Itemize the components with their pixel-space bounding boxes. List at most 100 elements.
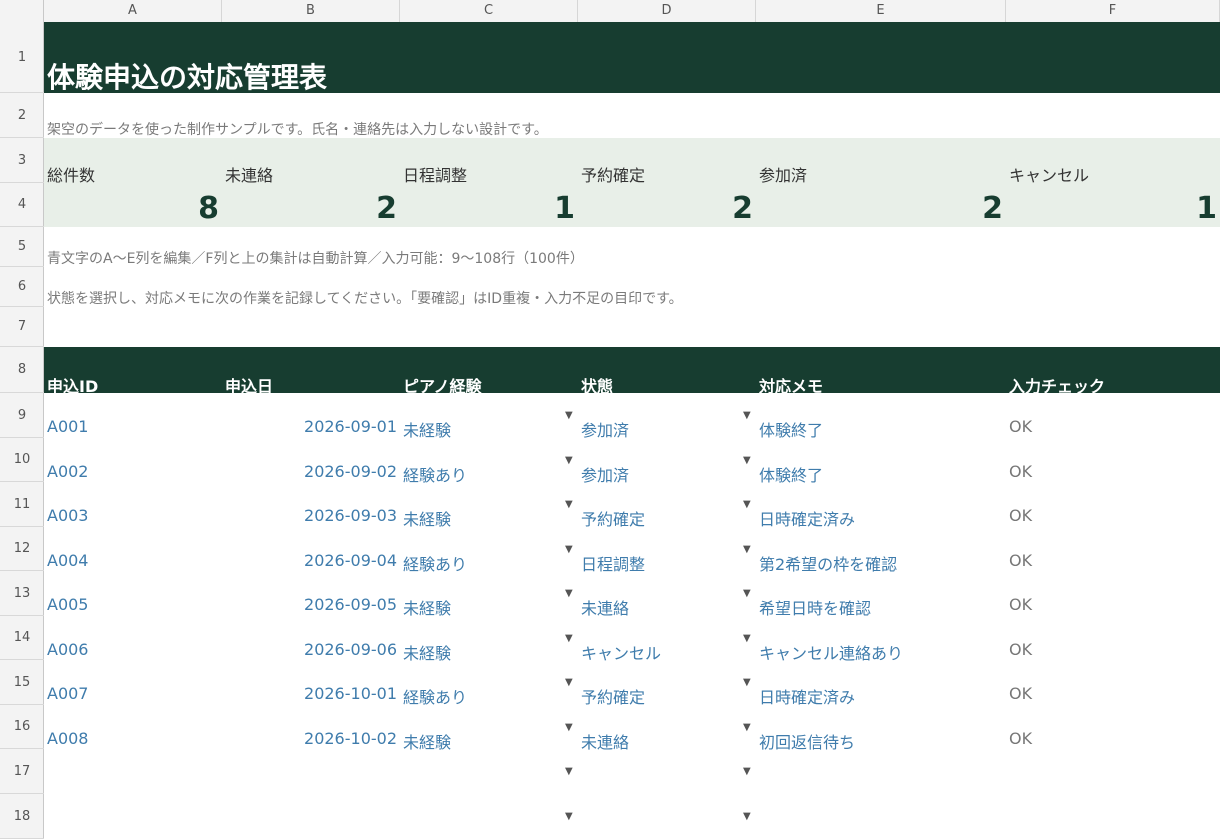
cell-piano-experience[interactable]: 経験あり xyxy=(403,462,467,486)
cell-status[interactable]: キャンセル xyxy=(581,640,661,664)
header-application-date[interactable]: 申込日 xyxy=(225,373,273,397)
row-header-9[interactable]: 9 xyxy=(0,393,44,438)
cell-piano-experience[interactable]: 経験あり xyxy=(403,551,467,575)
cell-memo[interactable]: 希望日時を確認 xyxy=(759,595,871,619)
row-header-1[interactable]: 1 xyxy=(0,22,44,93)
column-header-c[interactable]: C xyxy=(400,0,578,22)
column-header-b[interactable]: B xyxy=(222,0,400,22)
cell-memo[interactable]: キャンセル連絡あり xyxy=(759,640,903,664)
kpi-label-cancelled[interactable]: キャンセル xyxy=(1009,162,1089,186)
header-application-id[interactable]: 申込ID xyxy=(47,373,98,397)
cell-memo[interactable]: 日時確定済み xyxy=(759,506,855,530)
row-header-15[interactable]: 15 xyxy=(0,660,44,705)
cell-application-id[interactable]: A007 xyxy=(47,684,88,703)
cell-status[interactable]: 未連絡 xyxy=(581,595,629,619)
cell-status[interactable]: 未連絡 xyxy=(581,729,629,753)
cell-piano-experience[interactable]: 未経験 xyxy=(403,640,451,664)
column-header-e[interactable]: E xyxy=(756,0,1006,22)
kpi-value-attended[interactable]: 2 xyxy=(756,191,1003,226)
dropdown-arrow-icon[interactable]: ▼ xyxy=(743,499,751,510)
row-header-3[interactable]: 3 xyxy=(0,138,44,183)
kpi-value-cancelled[interactable]: 1 xyxy=(1006,191,1217,226)
cell-status[interactable]: 参加済 xyxy=(581,417,629,441)
cell-application-date[interactable]: 2026-09-01 xyxy=(222,417,397,436)
row-header-7[interactable]: 7 xyxy=(0,307,44,347)
dropdown-arrow-icon[interactable]: ▼ xyxy=(743,766,751,777)
cell-memo[interactable]: 第2希望の枠を確認 xyxy=(759,551,897,575)
row-header-17[interactable]: 17 xyxy=(0,749,44,794)
dropdown-arrow-icon[interactable]: ▼ xyxy=(565,588,573,599)
cell-application-date[interactable]: 2026-10-02 xyxy=(222,729,397,748)
row-header-14[interactable]: 14 xyxy=(0,616,44,660)
dropdown-arrow-icon[interactable]: ▼ xyxy=(743,455,751,466)
cell-piano-experience[interactable]: 未経験 xyxy=(403,595,451,619)
cell-application-date[interactable]: 2026-09-06 xyxy=(222,640,397,659)
dropdown-arrow-icon[interactable]: ▼ xyxy=(565,410,573,421)
dropdown-arrow-icon[interactable]: ▼ xyxy=(743,677,751,688)
row-header-5[interactable]: 5 xyxy=(0,227,44,267)
row-header-4[interactable]: 4 xyxy=(0,183,44,227)
row-header-12[interactable]: 12 xyxy=(0,527,44,571)
cell-status[interactable]: 日程調整 xyxy=(581,551,645,575)
instruction-note-2[interactable]: 状態を選択し、対応メモに次の作業を記録してください。「要確認」はID重複・入力不… xyxy=(47,288,683,308)
cell-application-date[interactable]: 2026-09-05 xyxy=(222,595,397,614)
row-header-6[interactable]: 6 xyxy=(0,267,44,307)
cell-memo[interactable]: 体験終了 xyxy=(759,462,823,486)
dropdown-arrow-icon[interactable]: ▼ xyxy=(565,633,573,644)
cell-application-date[interactable]: 2026-09-04 xyxy=(222,551,397,570)
cell-piano-experience[interactable]: 未経験 xyxy=(403,729,451,753)
column-header-d[interactable]: D xyxy=(578,0,756,22)
kpi-value-uncontacted[interactable]: 2 xyxy=(222,191,397,226)
column-header-f[interactable]: F xyxy=(1006,0,1220,22)
cell-application-id[interactable]: A002 xyxy=(47,462,88,481)
cell-application-id[interactable]: A006 xyxy=(47,640,88,659)
dropdown-arrow-icon[interactable]: ▼ xyxy=(565,499,573,510)
cell-application-date[interactable]: 2026-09-02 xyxy=(222,462,397,481)
header-status[interactable]: 状態 xyxy=(581,373,613,397)
instruction-note-1[interactable]: 青文字のA〜E列を編集／F列と上の集計は自動計算／入力可能：9〜108行（100… xyxy=(47,248,584,268)
dropdown-arrow-icon[interactable]: ▼ xyxy=(743,410,751,421)
dropdown-arrow-icon[interactable]: ▼ xyxy=(565,677,573,688)
cell-status[interactable]: 予約確定 xyxy=(581,506,645,530)
dropdown-arrow-icon[interactable]: ▼ xyxy=(565,544,573,555)
row-header-2[interactable]: 2 xyxy=(0,93,44,138)
cell-memo[interactable]: 日時確定済み xyxy=(759,684,855,708)
header-input-check[interactable]: 入力チェック xyxy=(1009,373,1105,397)
header-memo[interactable]: 対応メモ xyxy=(759,373,823,397)
kpi-label-total[interactable]: 総件数 xyxy=(47,162,95,186)
cell-memo[interactable]: 初回返信待ち xyxy=(759,729,855,753)
select-all-corner[interactable] xyxy=(0,0,44,22)
dropdown-arrow-icon[interactable]: ▼ xyxy=(565,455,573,466)
cell-memo[interactable]: 体験終了 xyxy=(759,417,823,441)
kpi-label-scheduling[interactable]: 日程調整 xyxy=(403,162,467,186)
row-header-18[interactable]: 18 xyxy=(0,794,44,839)
row-header-10[interactable]: 10 xyxy=(0,438,44,482)
cell-status[interactable]: 予約確定 xyxy=(581,684,645,708)
row-header-11[interactable]: 11 xyxy=(0,482,44,527)
kpi-label-uncontacted[interactable]: 未連絡 xyxy=(225,162,273,186)
dropdown-arrow-icon[interactable]: ▼ xyxy=(743,544,751,555)
row-header-13[interactable]: 13 xyxy=(0,571,44,616)
column-header-a[interactable]: A xyxy=(44,0,222,22)
cell-application-id[interactable]: A001 xyxy=(47,417,88,436)
cell-piano-experience[interactable]: 未経験 xyxy=(403,506,451,530)
kpi-label-confirmed[interactable]: 予約確定 xyxy=(581,162,645,186)
cell-piano-experience[interactable]: 未経験 xyxy=(403,417,451,441)
cell-piano-experience[interactable]: 経験あり xyxy=(403,684,467,708)
dropdown-arrow-icon[interactable]: ▼ xyxy=(565,811,573,822)
kpi-value-scheduling[interactable]: 1 xyxy=(400,191,575,226)
dropdown-arrow-icon[interactable]: ▼ xyxy=(743,588,751,599)
cell-application-id[interactable]: A005 xyxy=(47,595,88,614)
sheet-title[interactable]: 体験申込の対応管理表 xyxy=(47,56,327,96)
row-header-8[interactable]: 8 xyxy=(0,347,44,393)
header-piano-experience[interactable]: ピアノ経験 xyxy=(403,373,482,397)
dropdown-arrow-icon[interactable]: ▼ xyxy=(743,722,751,733)
cell-application-date[interactable]: 2026-10-01 xyxy=(222,684,397,703)
row-header-16[interactable]: 16 xyxy=(0,705,44,749)
dropdown-arrow-icon[interactable]: ▼ xyxy=(743,811,751,822)
subtitle-note[interactable]: 架空のデータを使った制作サンプルです。氏名・連絡先は入力しない設計です。 xyxy=(47,119,548,139)
cell-application-id[interactable]: A004 xyxy=(47,551,88,570)
kpi-value-confirmed[interactable]: 2 xyxy=(578,191,753,226)
kpi-value-total[interactable]: 8 xyxy=(44,191,219,226)
dropdown-arrow-icon[interactable]: ▼ xyxy=(743,633,751,644)
